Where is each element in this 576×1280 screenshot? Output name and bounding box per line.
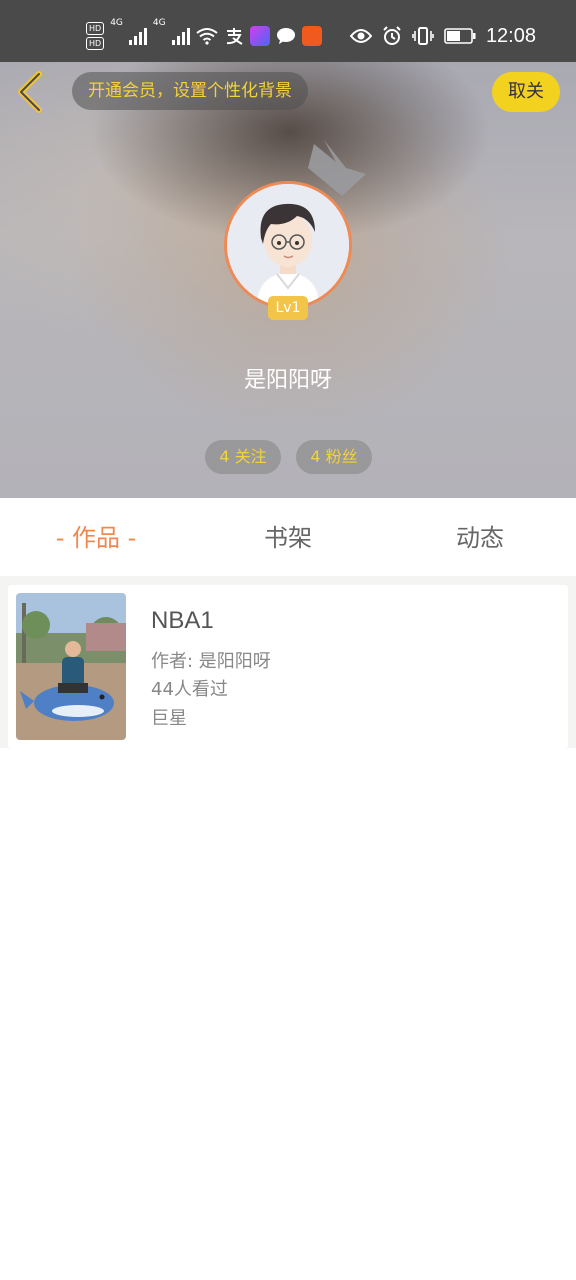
network-type-1: 4G (110, 18, 123, 28)
user-nickname: 是阳阳呀 (243, 368, 332, 393)
signal-icon-2 (171, 27, 190, 45)
work-views: 44人看过 (151, 679, 228, 700)
alipay-icon (226, 28, 243, 45)
tab-works[interactable]: - 作品 - (0, 498, 192, 576)
alarm-icon (383, 26, 401, 45)
clock: 12:08 (485, 24, 536, 47)
eye-icon (349, 29, 372, 43)
works-list: NBA1 作者: 是阳阳呀 44人看过 巨星 (0, 576, 576, 748)
following-count-button[interactable]: 4 关注 (205, 440, 281, 474)
avatar-image (224, 181, 352, 309)
level-badge: Lv1 (268, 296, 308, 320)
work-cover-image (16, 593, 126, 740)
followers-count-button[interactable]: 4 粉丝 (296, 440, 372, 474)
signal-icon (128, 27, 147, 45)
battery-icon (444, 28, 476, 44)
video-app-icon (249, 26, 270, 46)
unfollow-button[interactable]: 取关 (492, 72, 560, 112)
chat-icon (276, 28, 295, 44)
status-bar-left: HD HD 4G 4G (86, 18, 322, 54)
work-card[interactable]: NBA1 作者: 是阳阳呀 44人看过 巨星 (8, 585, 568, 748)
hd-badge-1: HD (86, 22, 105, 35)
avatar[interactable] (224, 181, 352, 309)
hd-badges: HD HD (86, 22, 105, 50)
vip-background-promo[interactable]: 开通会员，设置个性化背景 (72, 72, 308, 110)
network-type-2: 4G (152, 18, 166, 28)
work-tag: 巨星 (151, 708, 187, 729)
profile-header: 开通会员，设置个性化背景 取关 Lv1 是阳阳呀 4 关注 4 粉丝 (0, 62, 576, 498)
tab-bookshelf[interactable]: 书架 (192, 498, 384, 576)
vibrate-icon (412, 27, 434, 45)
work-author: 作者: 是阳阳呀 (151, 651, 271, 672)
kuaishou-icon (301, 26, 322, 46)
hd-badge-2: HD (86, 37, 105, 50)
status-bar: HD HD 4G 4G 12:08 (0, 0, 576, 62)
work-title: NBA1 (151, 607, 214, 634)
tab-activity[interactable]: 动态 (384, 498, 576, 576)
profile-tabs: - 作品 - 书架 动态 (0, 498, 576, 576)
back-arrow-icon[interactable] (12, 70, 52, 114)
wifi-icon (195, 28, 218, 45)
status-bar-right: 12:08 (349, 18, 536, 54)
